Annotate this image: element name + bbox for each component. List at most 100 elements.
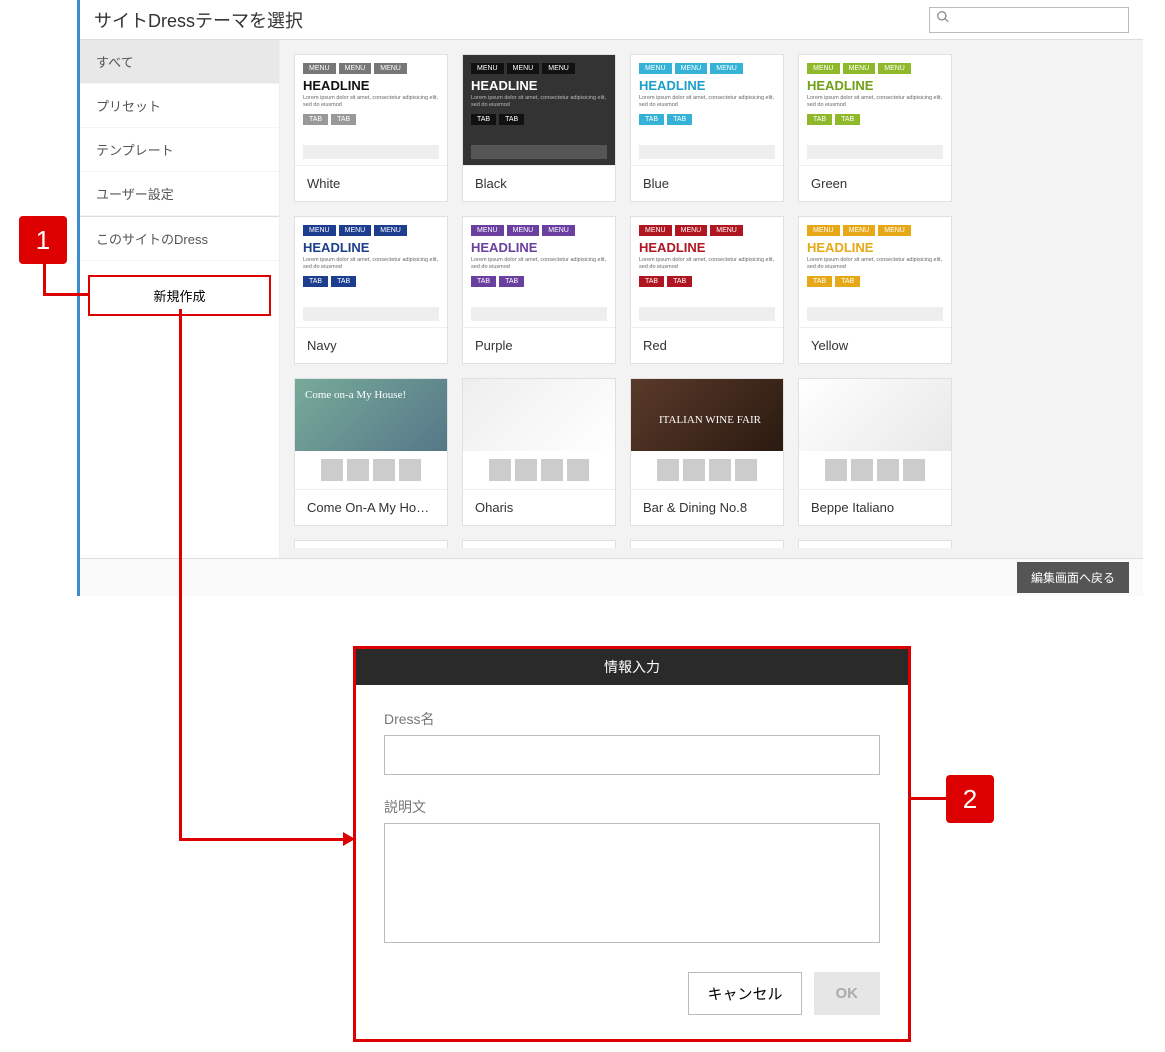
back-button[interactable]: 編集画面へ戻る	[1017, 562, 1129, 593]
preview-menu-chip: MENU	[303, 225, 336, 236]
preview-menu-chip: MENU	[507, 225, 540, 236]
preview-menu-chip: MENU	[843, 63, 876, 74]
preview-tab-row: TABTAB	[807, 114, 943, 125]
preview-thumb	[735, 459, 757, 481]
theme-card[interactable]: Oharis	[462, 378, 616, 526]
theme-card[interactable]: MENUMENUMENUHEADLINELorem ipsum dolor si…	[798, 216, 952, 364]
theme-card[interactable]: MENUMENUMENUHEADLINELorem ipsum dolor si…	[462, 54, 616, 202]
preview-thumb	[347, 459, 369, 481]
theme-card[interactable]: MENUMENUMENUHEADLINELorem ipsum dolor si…	[294, 216, 448, 364]
preview-lorem: Lorem ipsum dolor sit amet, consectetur …	[303, 257, 439, 271]
preview-image	[463, 379, 615, 451]
theme-preview: MENUMENUMENUHEADLINELorem ipsum dolor si…	[463, 55, 615, 165]
preview-thumb	[489, 459, 511, 481]
preview-tab-chip: TAB	[639, 114, 664, 125]
app-header: サイトDressテーマを選択	[80, 0, 1143, 40]
preview-menu-chip: MENU	[878, 63, 911, 74]
theme-label: Come On-A My Ho…	[295, 489, 447, 525]
preview-bottom-bar	[807, 307, 943, 321]
preview-menu-chip: MENU	[710, 225, 743, 236]
theme-preview: MENUMENUMENUHEADLINELorem ipsum dolor si…	[631, 217, 783, 327]
preview-thumb	[825, 459, 847, 481]
page-title: サイトDressテーマを選択	[94, 7, 303, 33]
preview-headline: HEADLINE	[471, 240, 607, 255]
desc-textarea[interactable]	[384, 823, 880, 943]
theme-card-partial	[462, 540, 616, 548]
preview-lorem: Lorem ipsum dolor sit amet, consectetur …	[639, 95, 775, 109]
search-box[interactable]	[929, 7, 1129, 33]
back-button-label: 編集画面へ戻る	[1031, 571, 1115, 585]
theme-card[interactable]: MENUMENUMENUHEADLINELorem ipsum dolor si…	[294, 54, 448, 202]
partial-row	[294, 540, 952, 548]
preview-thumb	[567, 459, 589, 481]
preview-menu-row: MENUMENUMENU	[471, 225, 607, 236]
search-input[interactable]	[954, 13, 1122, 27]
preview-tab-chip: TAB	[499, 114, 524, 125]
sidebar-item-preset[interactable]: プリセット	[80, 84, 279, 128]
theme-card[interactable]: MENUMENUMENUHEADLINELorem ipsum dolor si…	[630, 54, 784, 202]
theme-preview: MENUMENUMENUHEADLINELorem ipsum dolor si…	[631, 55, 783, 165]
preview-thumb	[541, 459, 563, 481]
theme-card[interactable]: Beppe Italiano	[798, 378, 952, 526]
preview-tab-row: TABTAB	[471, 276, 607, 287]
preview-tab-chip: TAB	[303, 276, 328, 287]
theme-card-partial	[798, 540, 952, 548]
theme-card[interactable]: MENUMENUMENUHEADLINELorem ipsum dolor si…	[630, 216, 784, 364]
ok-button[interactable]: OK	[814, 972, 881, 1015]
connector-line	[43, 264, 46, 296]
dialog-body: Dress名 説明文	[356, 685, 908, 972]
sidebar-item-label: このサイトのDress	[96, 232, 208, 247]
theme-card[interactable]: Come on-a My House!Come On-A My Ho…	[294, 378, 448, 526]
preview-bottom-bar	[303, 307, 439, 321]
preview-bottom-bar	[471, 145, 607, 159]
arrow-icon	[343, 832, 355, 846]
preview-headline: HEADLINE	[303, 78, 439, 93]
preview-menu-chip: MENU	[507, 63, 540, 74]
cancel-button[interactable]: キャンセル	[688, 972, 801, 1015]
preview-tab-chip: TAB	[807, 276, 832, 287]
connector-line	[911, 797, 946, 800]
preview-tab-chip: TAB	[835, 114, 860, 125]
preview-headline: HEADLINE	[807, 78, 943, 93]
preview-bottom-bar	[639, 145, 775, 159]
theme-card[interactable]: MENUMENUMENU HEADLINE Lorem ipsum dolor si…	[462, 216, 616, 364]
preview-tab-chip: TAB	[835, 276, 860, 287]
dialog-title: 情報入力	[356, 649, 908, 685]
preview-menu-row: MENUMENUMENU	[639, 63, 775, 74]
preview-thumb-row	[463, 451, 615, 489]
preview-menu-chip: MENU	[542, 63, 575, 74]
sidebar-item-site-dress[interactable]: このサイトのDress	[80, 217, 279, 261]
preview-bottom-bar	[807, 145, 943, 159]
callout-2: 2	[946, 775, 994, 823]
preview-thumb-row	[295, 451, 447, 489]
create-button-label: 新規作成	[153, 289, 205, 304]
preview-tab-chip: TAB	[331, 114, 356, 125]
preview-tab-chip: TAB	[331, 276, 356, 287]
connector-line	[179, 838, 349, 841]
theme-preview: MENUMENUMENU HEADLINE Lorem ipsum dolor si…	[463, 217, 615, 327]
sidebar-item-user[interactable]: ユーザー設定	[80, 172, 279, 216]
desc-label: 説明文	[384, 797, 880, 817]
dress-name-input[interactable]	[384, 735, 880, 775]
connector-line	[43, 293, 90, 296]
sidebar-item-template[interactable]: テンプレート	[80, 128, 279, 172]
preview-menu-chip: MENU	[843, 225, 876, 236]
preview-lorem: Lorem ipsum dolor sit amet, consectetur …	[807, 95, 943, 109]
preview-lorem: Lorem ipsum dolor sit amet, consectetur …	[471, 257, 607, 271]
theme-card-partial	[294, 540, 448, 548]
theme-label: Oharis	[463, 489, 615, 525]
theme-label: Yellow	[799, 327, 951, 363]
preview-thumb	[683, 459, 705, 481]
theme-card[interactable]: MENUMENUMENUHEADLINELorem ipsum dolor si…	[798, 54, 952, 202]
preview-bottom-bar	[639, 307, 775, 321]
preview-thumb	[399, 459, 421, 481]
preview-tab-row: TABTAB	[639, 114, 775, 125]
preview-menu-chip: MENU	[303, 63, 336, 74]
sidebar-item-label: テンプレート	[96, 143, 174, 158]
sidebar-item-all[interactable]: すべて	[80, 40, 279, 84]
preview-tab-chip: TAB	[639, 276, 664, 287]
preview-tab-chip: TAB	[667, 276, 692, 287]
preview-tab-chip: TAB	[807, 114, 832, 125]
theme-card[interactable]: ITALIAN WINE FAIRBar & Dining No.8	[630, 378, 784, 526]
preview-image: ITALIAN WINE FAIR	[631, 379, 783, 451]
